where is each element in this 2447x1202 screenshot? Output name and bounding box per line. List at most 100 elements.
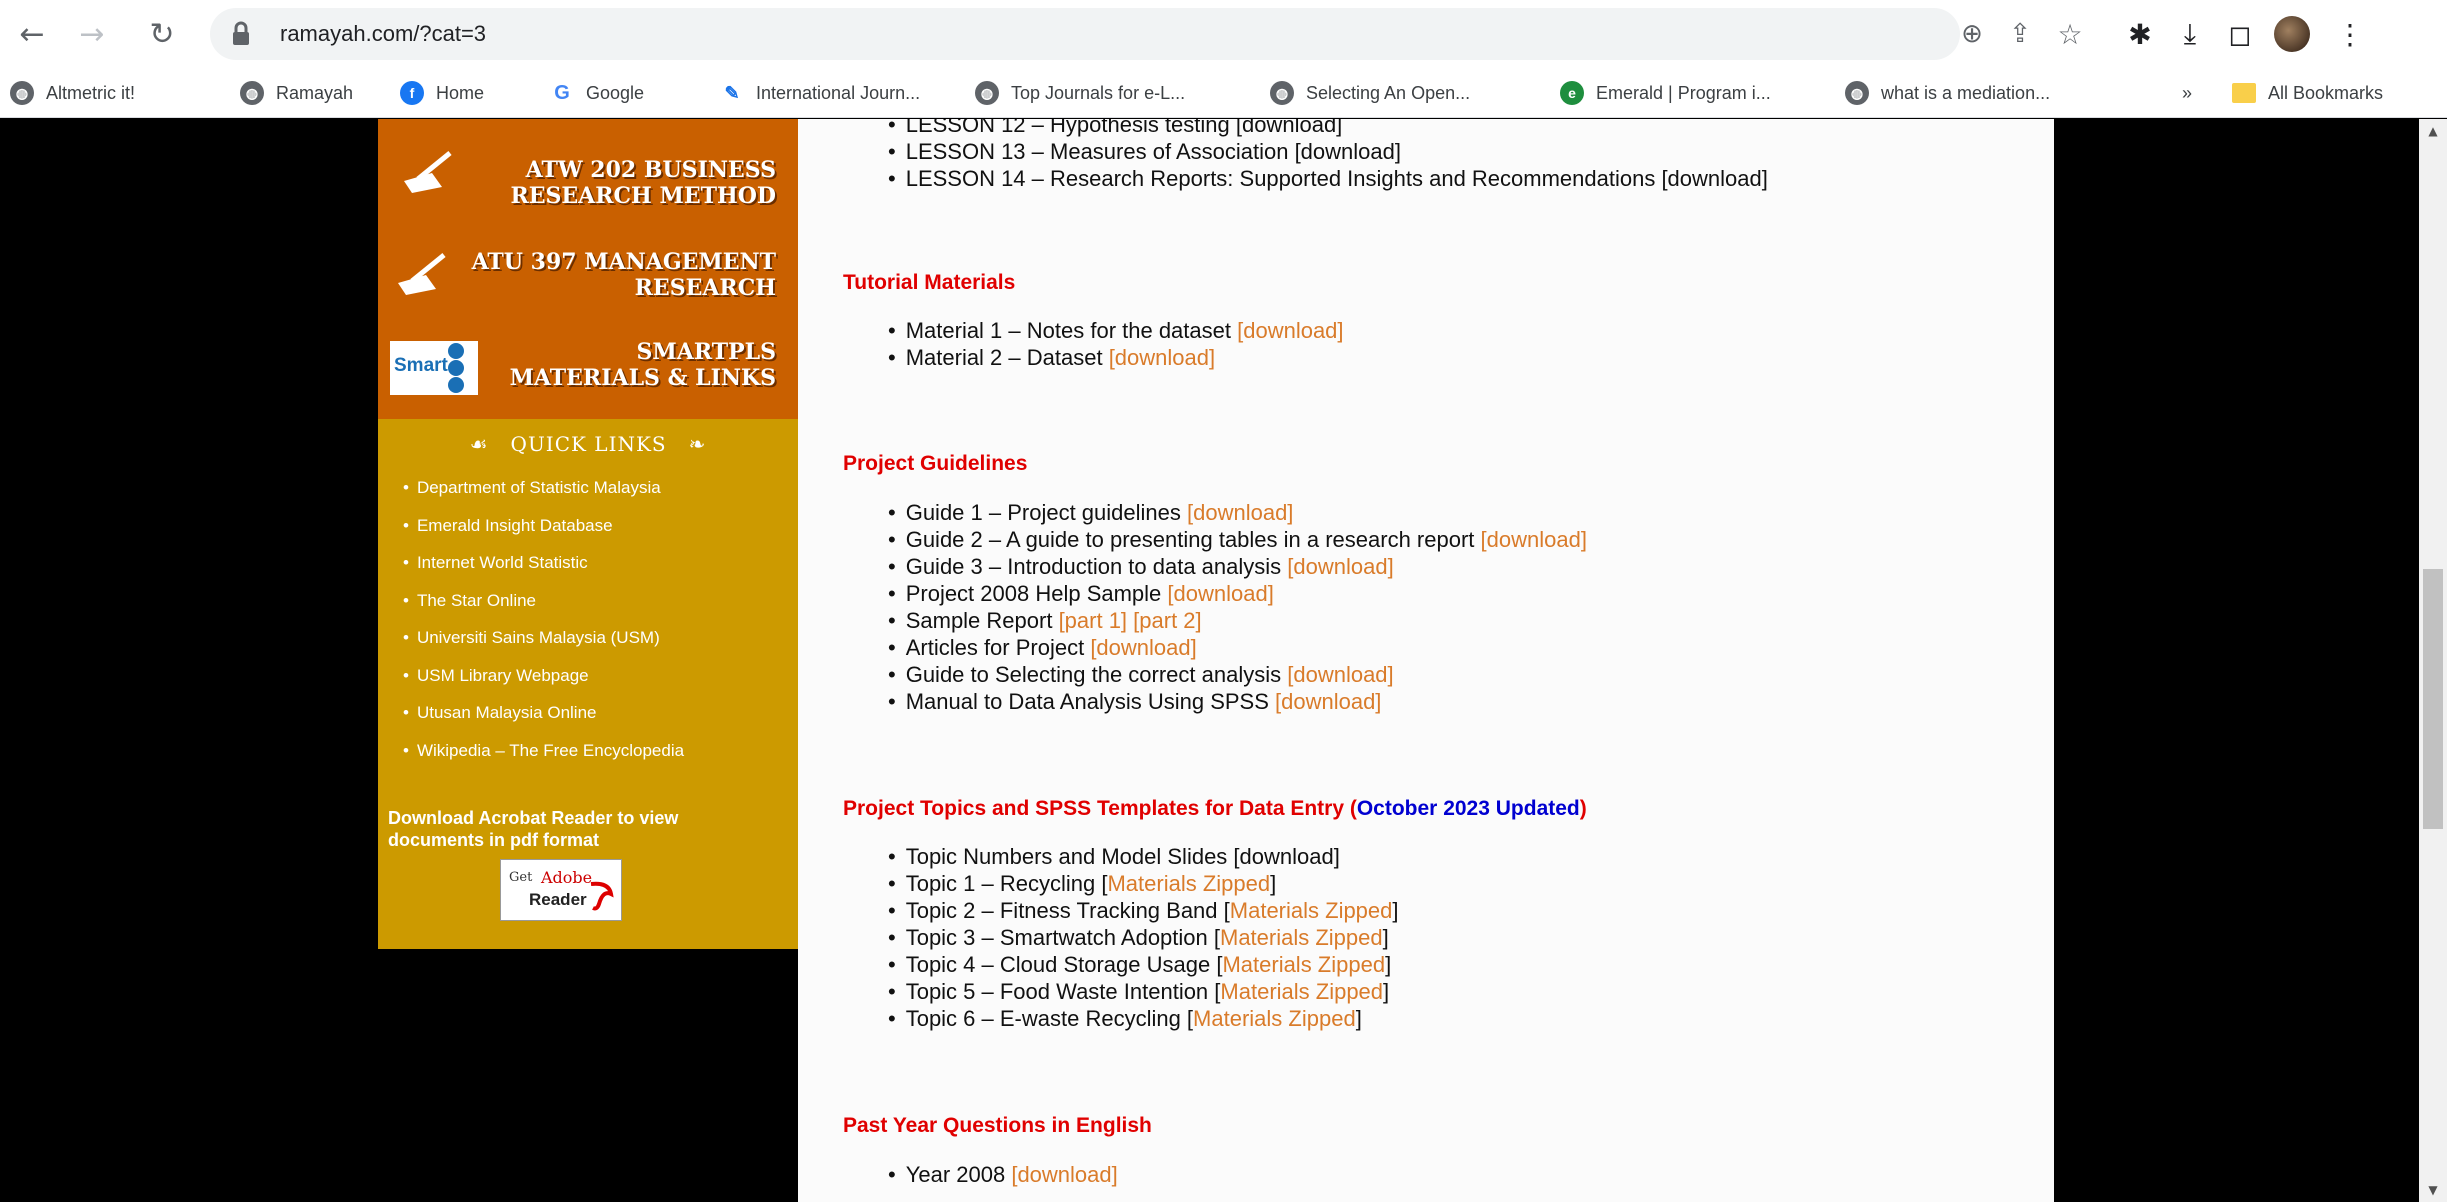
download-link[interactable]: [download] xyxy=(1167,581,1273,606)
adobe-pdf-icon xyxy=(590,881,614,911)
side-panel-icon[interactable]: ◻ xyxy=(2220,12,2260,56)
quick-link[interactable]: Universiti Sains Malaysia (USM) xyxy=(403,619,684,657)
quick-link[interactable]: Department of Statistic Malaysia xyxy=(403,469,684,507)
download-icon[interactable]: ⤓ xyxy=(2170,12,2210,56)
quick-link[interactable]: The Star Online xyxy=(403,582,684,620)
item-text: Topic 5 – Food Waste Intention [ xyxy=(905,979,1221,1004)
download-link[interactable]: [download] xyxy=(1287,662,1393,687)
back-arrow-icon[interactable]: ← xyxy=(10,12,54,56)
bracket: ] xyxy=(1270,871,1277,896)
avatar[interactable] xyxy=(2274,16,2310,52)
part-links[interactable]: [part 1] [part 2] xyxy=(1059,608,1202,633)
globe-icon: ◍ xyxy=(1845,81,1869,105)
item-text: Material 2 – Dataset xyxy=(905,345,1109,370)
notebook-pen-icon xyxy=(398,253,446,295)
list-item: Topic 3 – Smartwatch Adoption [Materials… xyxy=(888,924,1399,951)
reload-icon[interactable]: ↻ xyxy=(140,12,184,56)
quick-link[interactable]: Wikipedia – The Free Encyclopedia xyxy=(403,732,684,770)
quick-link[interactable]: USM Library Webpage xyxy=(403,657,684,695)
quick-link[interactable]: Emerald Insight Database xyxy=(403,507,684,545)
profile-avatar[interactable] xyxy=(2270,12,2314,56)
scrollbar-thumb[interactable] xyxy=(2423,569,2443,829)
scroll-down-icon[interactable]: ▼ xyxy=(2419,1178,2447,1202)
quick-links-header: ☙ QUICK LINKS ❧ xyxy=(378,419,798,469)
banner-line1: ATU 397 MANAGEMENT xyxy=(471,249,776,275)
list-item: Guide 2 – A guide to presenting tables i… xyxy=(888,526,1587,553)
bookmark-ramayah[interactable]: ◍ Ramayah xyxy=(240,68,353,118)
bookmark-home[interactable]: f Home xyxy=(400,68,484,118)
bracket: ] xyxy=(1392,898,1399,923)
share-icon[interactable]: ⇪ xyxy=(2000,12,2040,56)
quick-link[interactable]: Utusan Malaysia Online xyxy=(403,694,684,732)
bracket: ] xyxy=(1383,979,1390,1004)
bookmark-selecting-open[interactable]: ◍ Selecting An Open... xyxy=(1270,68,1470,118)
lesson-item[interactable]: LESSON 12 – Hypothesis testing [download… xyxy=(888,119,1768,138)
item-text: Articles for Project xyxy=(905,635,1091,660)
list-item: Guide 1 – Project guidelines [download] xyxy=(888,499,1587,526)
bookmark-google[interactable]: G Google xyxy=(550,68,644,118)
download-link[interactable]: [download] xyxy=(1287,554,1393,579)
bookmark-overflow-button[interactable]: » xyxy=(2182,68,2192,118)
materials-link[interactable]: Materials Zipped xyxy=(1220,979,1383,1004)
title-text: Project Topics and SPSS Templates for Da… xyxy=(843,797,1357,820)
get-adobe-reader-button[interactable]: Get Adobe Reader xyxy=(500,859,622,921)
zoom-icon[interactable]: ⊕ xyxy=(1952,12,1992,56)
banner-line2: RESEARCH METHOD xyxy=(510,183,776,209)
list-item: Guide to Selecting the correct analysis … xyxy=(888,661,1587,688)
all-bookmarks-button[interactable]: All Bookmarks xyxy=(2232,68,2383,118)
download-link[interactable]: [download] xyxy=(1237,318,1343,343)
extensions-icon[interactable]: ✱ xyxy=(2120,12,2160,56)
lesson-item[interactable]: LESSON 13 – Measures of Association [dow… xyxy=(888,138,1768,165)
list-item: Guide 3 – Introduction to data analysis … xyxy=(888,553,1587,580)
download-link[interactable]: [download] xyxy=(1187,500,1293,525)
atw202-banner[interactable]: ATW 202 BUSINESS RESEARCH METHOD xyxy=(378,129,798,219)
scroll-up-icon[interactable]: ▲ xyxy=(2419,119,2447,143)
folder-icon xyxy=(2232,83,2256,103)
bookmark-emerald[interactable]: e Emerald | Program i... xyxy=(1560,68,1771,118)
item-text: Topic 4 – Cloud Storage Usage [ xyxy=(905,952,1223,977)
vertical-scrollbar[interactable]: ▲ ▼ xyxy=(2419,119,2447,1202)
tutorial-materials-title: Tutorial Materials xyxy=(843,271,1016,294)
emerald-icon: e xyxy=(1560,81,1584,105)
menu-kebab-icon[interactable]: ⋮ xyxy=(2330,12,2370,56)
lesson-item[interactable]: LESSON 14 – Research Reports: Supported … xyxy=(888,165,1768,192)
item-text: Guide 1 – Project guidelines xyxy=(905,500,1187,525)
facebook-icon: f xyxy=(400,81,424,105)
materials-link[interactable]: Materials Zipped xyxy=(1107,871,1270,896)
url-text[interactable]: ramayah.com/?cat=3 xyxy=(280,15,486,53)
smartpls-banner[interactable]: Smart SMARTPLS MATERIALS & LINKS xyxy=(378,319,798,409)
download-link[interactable]: [download] xyxy=(1109,345,1215,370)
banner-line2: MATERIALS & LINKS xyxy=(509,365,776,391)
item-text: Guide to Selecting the correct analysis xyxy=(905,662,1288,687)
project-topics-title: Project Topics and SPSS Templates for Da… xyxy=(843,797,1587,821)
item-text: Topic 1 – Recycling [ xyxy=(905,871,1108,896)
update-highlight: October 2023 Updated xyxy=(1356,797,1580,820)
materials-link[interactable]: Materials Zipped xyxy=(1222,952,1385,977)
download-link[interactable]: [download] xyxy=(1275,689,1381,714)
atu397-banner[interactable]: ATU 397 MANAGEMENT RESEARCH xyxy=(378,229,798,319)
notebook-pen-icon xyxy=(404,151,452,193)
adobe-reader: Reader xyxy=(529,890,587,909)
bookmark-top-journals[interactable]: ◍ Top Journals for e-L... xyxy=(975,68,1185,118)
list-item: Material 2 – Dataset [download] xyxy=(888,344,1344,371)
bookmark-altmetric[interactable]: ◍ Altmetric it! xyxy=(10,68,135,118)
materials-link[interactable]: Materials Zipped xyxy=(1230,898,1393,923)
materials-link[interactable]: Materials Zipped xyxy=(1193,1006,1356,1031)
quick-links-title: QUICK LINKS xyxy=(510,432,667,456)
item-text: Topic 2 – Fitness Tracking Band [ xyxy=(905,898,1230,923)
item-text: Topic 3 – Smartwatch Adoption [ xyxy=(905,925,1220,950)
item-text: Sample Report xyxy=(905,608,1059,633)
bookmark-mediation[interactable]: ◍ what is a mediation... xyxy=(1845,68,2050,118)
right-ornament-icon: ❧ xyxy=(688,432,707,456)
item-text: Guide 2 – A guide to presenting tables i… xyxy=(905,527,1481,552)
download-link[interactable]: [download] xyxy=(1011,1162,1117,1187)
materials-link[interactable]: Materials Zipped xyxy=(1220,925,1383,950)
item-text[interactable]: Topic Numbers and Model Slides [download… xyxy=(906,844,1340,869)
forward-arrow-icon[interactable]: → xyxy=(70,12,114,56)
download-link[interactable]: [download] xyxy=(1090,635,1196,660)
bookmark-star-icon[interactable]: ☆ xyxy=(2050,12,2090,56)
quick-link[interactable]: Internet World Statistic xyxy=(403,544,684,582)
lessons-list: LESSON 12 – Hypothesis testing [download… xyxy=(888,119,1768,192)
bookmark-international-journal[interactable]: ✎ International Journ... xyxy=(720,68,920,118)
download-link[interactable]: [download] xyxy=(1481,527,1587,552)
